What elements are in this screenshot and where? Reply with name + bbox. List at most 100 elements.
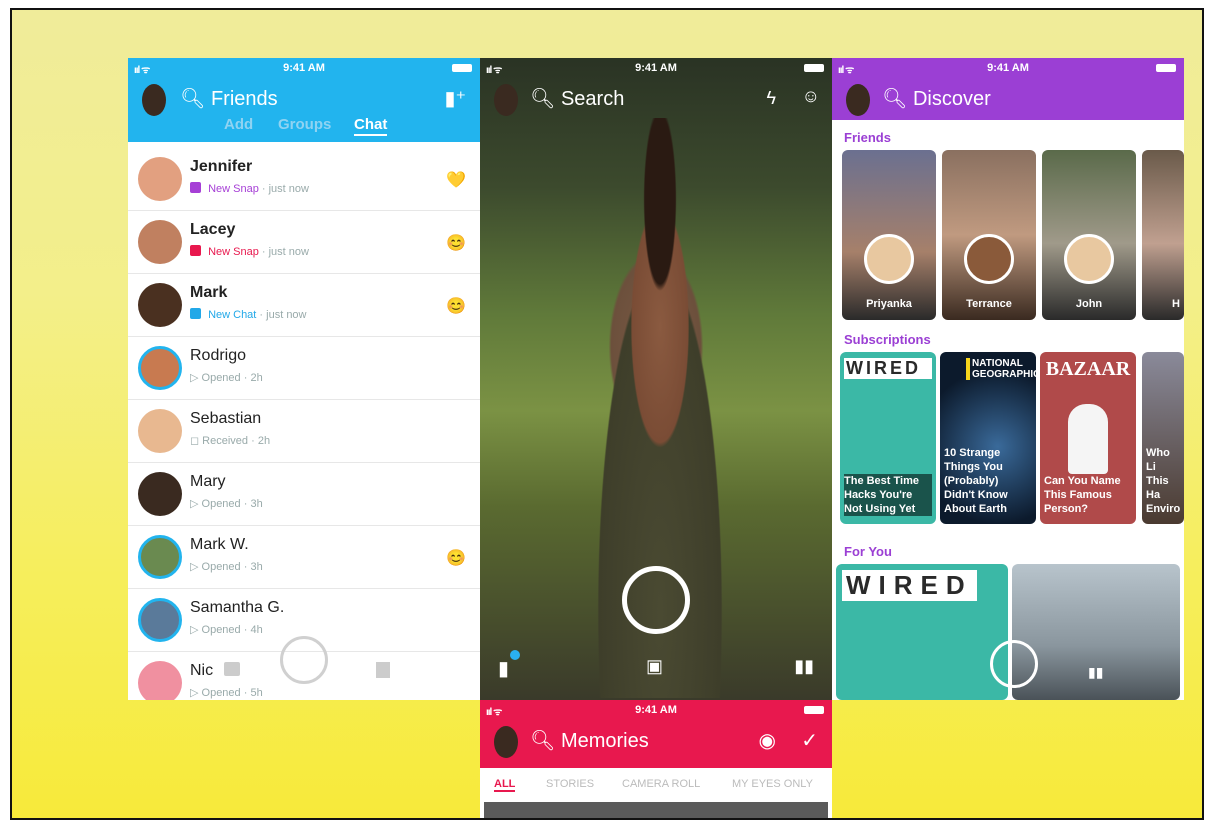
friend-avatar <box>138 157 182 201</box>
friend-avatar <box>138 220 182 264</box>
bitmoji-avatar[interactable] <box>494 726 518 758</box>
select-icon[interactable]: ✓ <box>801 728 818 753</box>
friend-name: Nic <box>190 662 214 679</box>
battery-icon <box>1156 64 1176 72</box>
friend-name: Priyanka <box>866 298 912 310</box>
discover-nav-icon[interactable] <box>376 662 390 678</box>
battery-icon <box>452 64 472 72</box>
subscription-card[interactable]: NATIONAL GEOGRAPHIC 10 Strange Things Yo… <box>940 352 1036 524</box>
tab-stories[interactable]: STORIES <box>546 778 594 790</box>
tab-my-eyes-only[interactable]: MY EYES ONLY <box>732 778 813 790</box>
memories-icon[interactable]: ▣ <box>646 656 663 677</box>
search-friends[interactable]: 🔍︎ Friends <box>180 86 278 111</box>
chat-row[interactable]: Rodrigo ▷ Opened · 2h <box>128 337 480 400</box>
friend-avatar <box>964 234 1014 284</box>
friend-avatar <box>138 409 182 453</box>
status-time: · 2h <box>251 435 271 447</box>
tab-add[interactable]: Add <box>224 116 253 133</box>
friend-story-card[interactable]: H <box>1142 150 1184 320</box>
subscription-title: Can You Name This Famous Person? <box>1044 475 1121 515</box>
subscription-title: 10 Strange Things You (Probably) Didn't … <box>944 447 1008 515</box>
section-subscriptions: Subscriptions <box>844 332 931 347</box>
bitmoji-avatar[interactable] <box>494 84 518 116</box>
chat-status: New Chat · just now <box>190 308 307 321</box>
chat-status: ▷ Opened · 3h <box>190 560 263 573</box>
tab-camera-roll[interactable]: CAMERA ROLL <box>622 778 700 790</box>
subscription-card[interactable]: WIRED The Best Time Hacks You're Not Usi… <box>840 352 936 524</box>
brand-logo: BAZAAR <box>1045 358 1131 380</box>
chat-row[interactable]: Sebastian ◻ Received · 2h <box>128 400 480 463</box>
chat-row[interactable]: Mark W. ▷ Opened · 3h 😊 <box>128 526 480 589</box>
tab-all[interactable]: ALL <box>494 778 516 792</box>
status-time: · 3h <box>243 498 263 510</box>
bitmoji-avatar[interactable] <box>142 84 166 116</box>
mystery-silhouette <box>1068 404 1108 474</box>
status-label: ▷ Opened <box>190 372 241 384</box>
friend-emoji-icon: 💛 <box>446 172 466 189</box>
camera-button[interactable] <box>990 640 1038 688</box>
video-frame: ııl ᯤ 9:41 AM 🔍︎ Friends ▮⁺ Add Groups C… <box>10 8 1204 820</box>
chat-screen: ııl ᯤ 9:41 AM 🔍︎ Friends ▮⁺ Add Groups C… <box>128 58 480 700</box>
new-chat-icon[interactable]: ▮⁺ <box>444 86 466 111</box>
status-bar: ııl ᯤ 9:41 AM <box>480 700 832 720</box>
chat-status: ▷ Opened · 2h <box>190 371 263 384</box>
status-square-icon <box>190 182 201 193</box>
search-icon: 🔍︎ <box>882 88 908 110</box>
friend-emoji-icon: 😊 <box>446 550 466 567</box>
chat-row[interactable]: Mary ▷ Opened · 3h <box>128 463 480 526</box>
status-label: New Chat <box>208 309 257 321</box>
chat-status: New Snap · just now <box>190 245 309 258</box>
search-icon: 🔍︎ <box>530 730 556 752</box>
chat-status: New Snap · just now <box>190 182 309 195</box>
friend-story-card[interactable]: John <box>1042 150 1136 320</box>
bitmoji-avatar[interactable] <box>846 84 870 116</box>
chat-row[interactable]: Lacey New Snap · just now 😊 <box>128 211 480 274</box>
friend-story-card[interactable]: Priyanka <box>842 150 936 320</box>
memories-search[interactable]: 🔍︎ Memories <box>530 728 649 753</box>
friend-name: Terrance <box>966 298 1012 310</box>
friend-name: Jennifer <box>190 158 253 175</box>
brand-logo: WIRED <box>842 570 977 601</box>
subscription-card[interactable]: Who Li This Ha Enviro <box>1142 352 1184 524</box>
lens-icon[interactable]: ☺ <box>802 86 820 107</box>
for-you-card-wired[interactable]: WIRED <box>836 564 1008 700</box>
friend-story-card[interactable]: Terrance <box>942 150 1036 320</box>
section-friends: Friends <box>844 130 891 145</box>
chat-status: ▷ Opened · 3h <box>190 497 263 510</box>
friend-name: Mary <box>190 473 226 490</box>
status-bar: ııl ᯤ 9:41 AM <box>128 58 480 78</box>
status-time: · 4h <box>243 624 263 636</box>
friend-name: Rodrigo <box>190 347 247 364</box>
discover-search[interactable]: 🔍︎ Discover <box>882 86 991 111</box>
status-time: · 2h <box>243 372 263 384</box>
my-story-icon[interactable]: ◉ <box>759 728 776 753</box>
tab-chat[interactable]: Chat <box>354 116 388 136</box>
flash-off-icon[interactable]: ϟ <box>766 88 776 109</box>
chat-row[interactable]: Jennifer New Snap · just now 💛 <box>128 148 480 211</box>
friend-emoji-icon: 😊 <box>446 298 466 315</box>
search-bar[interactable]: 🔍︎ Search <box>530 86 624 111</box>
chat-status: ▷ Opened · 4h <box>190 623 263 636</box>
stories-icon[interactable]: ▮▮ <box>794 656 814 677</box>
search-icon: 🔍︎ <box>180 88 206 110</box>
status-time: · just now <box>259 309 307 321</box>
status-time: · 5h <box>243 687 263 699</box>
tab-groups[interactable]: Groups <box>278 116 331 133</box>
stories-nav-icon[interactable]: ▮▮ <box>1088 664 1103 681</box>
chat-icon[interactable]: ▮ <box>498 656 509 681</box>
camera-button[interactable] <box>280 636 328 684</box>
chat-nav-icon[interactable] <box>224 662 240 676</box>
subscription-card[interactable]: BAZAAR Can You Name This Famous Person? <box>1040 352 1136 524</box>
memories-screen: ııl ᯤ 9:41 AM 🔍︎ Memories ◉ ✓ ALL STORIE… <box>480 700 832 818</box>
chat-status: ▷ Opened · 5h <box>190 686 263 699</box>
friend-name: John <box>1075 298 1103 310</box>
chat-row[interactable]: Mark New Chat · just now 😊 <box>128 274 480 337</box>
memories-thumbnail[interactable] <box>484 802 828 818</box>
capture-button[interactable] <box>622 566 690 634</box>
friend-avatar <box>138 535 182 579</box>
discover-header: ııl ᯤ 9:41 AM 🔍︎ Discover <box>832 58 1184 120</box>
friend-name: Sebastian <box>190 410 262 427</box>
friend-name: Mark <box>190 284 228 301</box>
battery-icon <box>804 64 824 72</box>
subscription-title: Who Li This Ha Enviro <box>1146 447 1181 515</box>
